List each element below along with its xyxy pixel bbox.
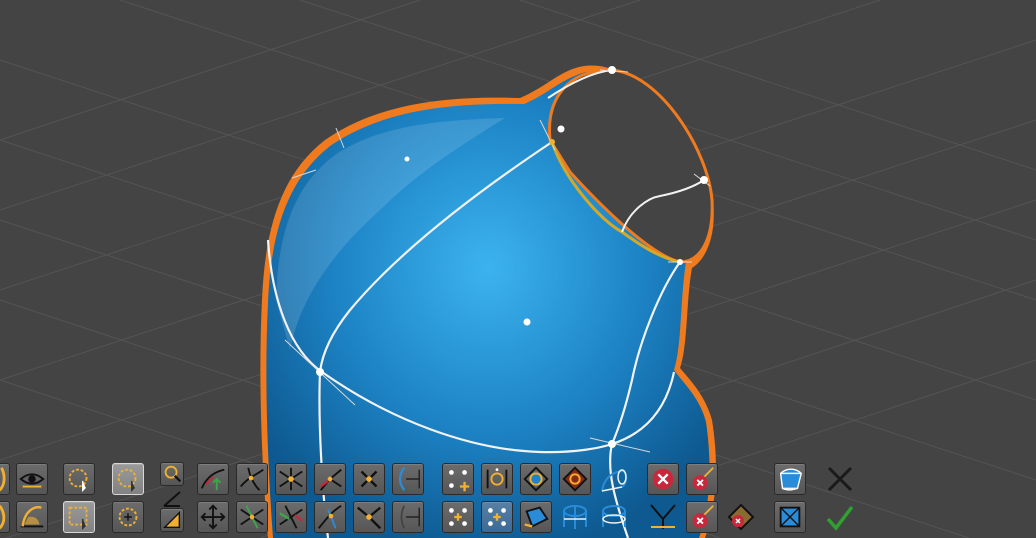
- tangent-curve-icon: [318, 504, 342, 529]
- tilt-curve-button[interactable]: [0, 501, 10, 533]
- red-patch-button[interactable]: [559, 463, 591, 495]
- control-point: [608, 66, 616, 74]
- patch-grid-button[interactable]: [774, 501, 806, 533]
- split-curve-button[interactable]: [314, 463, 346, 495]
- patch-center-point: [404, 156, 410, 162]
- zoom-select-button[interactable]: [160, 462, 184, 486]
- point-group-button[interactable]: [442, 501, 474, 533]
- confirm-button[interactable]: [824, 501, 856, 533]
- fork-curve-icon: [650, 504, 676, 529]
- straight-edge-button[interactable]: [392, 463, 424, 495]
- angle-tool-icon: [163, 511, 181, 529]
- dashed-circle-select-button[interactable]: [112, 501, 144, 533]
- pin-point-icon: [360, 470, 378, 488]
- control-point: [316, 368, 324, 376]
- circle-lasso-select-button[interactable]: [112, 463, 144, 495]
- pin-point-button[interactable]: [353, 463, 385, 495]
- rectangle-select-button[interactable]: [63, 501, 95, 533]
- crossing-curves-icon: [240, 467, 264, 491]
- angle-marker-icon: [163, 491, 181, 507]
- curve-tool-button[interactable]: [0, 463, 10, 495]
- merge-curve-button[interactable]: [353, 501, 385, 533]
- rectangle-select-icon: [68, 506, 88, 530]
- cylinder-section-button[interactable]: [598, 501, 630, 533]
- control-point: [700, 176, 708, 184]
- dashed-circle-select-icon: [118, 507, 138, 527]
- fill-patch-icon: [524, 506, 549, 528]
- control-point: [608, 440, 616, 448]
- fork-curve-button[interactable]: [647, 501, 679, 533]
- extend-curve-icon: [279, 505, 303, 529]
- cross-curve-button[interactable]: [236, 501, 268, 533]
- delete-point-icon: [692, 467, 714, 491]
- arc-tool-icon: [20, 506, 44, 528]
- point-selection-button[interactable]: [442, 463, 474, 495]
- patch-edit-button[interactable]: [774, 463, 806, 495]
- remove-patch-button[interactable]: [725, 501, 757, 533]
- circle-patch-icon: [523, 466, 549, 492]
- cancel-icon: [827, 466, 853, 492]
- fill-patch-button[interactable]: [520, 501, 552, 533]
- confirm-icon: [826, 505, 854, 531]
- merge-curve-icon: [356, 506, 382, 530]
- arc-tool-button[interactable]: [16, 501, 48, 533]
- cone-surface-button[interactable]: [598, 463, 630, 495]
- 3d-viewport[interactable]: [0, 0, 1036, 538]
- move-arrows-icon: [200, 504, 226, 530]
- red-patch-icon: [562, 466, 588, 492]
- cylinder-section-icon: [602, 505, 626, 527]
- snap-point-button[interactable]: [275, 463, 307, 495]
- circle-lasso-select-icon: [117, 468, 137, 492]
- point-selection-icon: [449, 470, 470, 492]
- delete-x-button[interactable]: [647, 463, 679, 495]
- circle-point-button[interactable]: [481, 463, 513, 495]
- circle-point-icon: [486, 468, 508, 489]
- patch-center-point: [523, 318, 531, 326]
- tangent-curve-button[interactable]: [314, 501, 346, 533]
- cross-curve-icon: [240, 505, 264, 529]
- free-draw-button[interactable]: [197, 463, 229, 495]
- cone-surface-icon: [601, 469, 628, 492]
- cancel-button[interactable]: [824, 463, 856, 495]
- eye-view-icon: [19, 473, 45, 488]
- curve-tool-icon: [0, 467, 6, 492]
- cylinder-button[interactable]: [559, 501, 591, 533]
- control-point: [677, 259, 683, 265]
- control-point: [549, 139, 555, 145]
- free-draw-icon: [200, 468, 225, 491]
- crossing-curves-button[interactable]: [236, 463, 268, 495]
- toolbar: [0, 460, 1036, 538]
- patch-center-point: [557, 125, 565, 133]
- point-group-selected-icon: [488, 508, 506, 526]
- tilt-curve-icon: [0, 504, 6, 530]
- angle-tool-button[interactable]: [160, 508, 184, 532]
- cylinder-icon: [563, 505, 587, 529]
- remove-point-icon: [692, 505, 714, 529]
- circle-select-icon: [68, 468, 88, 492]
- eye-view-button[interactable]: [16, 463, 48, 495]
- circle-patch-button[interactable]: [520, 463, 552, 495]
- point-group-selected-button[interactable]: [481, 501, 513, 533]
- straight-edge-icon: [398, 467, 420, 491]
- patch-grid-icon: [779, 506, 801, 528]
- circle-select-button[interactable]: [63, 463, 95, 495]
- angle-marker: [160, 486, 184, 510]
- zoom-select-icon: [164, 465, 182, 483]
- snap-point-icon: [279, 467, 303, 491]
- edge-line-icon: [400, 505, 420, 529]
- move-arrows-button[interactable]: [197, 501, 229, 533]
- remove-point-button[interactable]: [686, 501, 718, 533]
- remove-patch-icon: [727, 503, 755, 531]
- point-group-icon: [449, 508, 467, 526]
- edge-line-button[interactable]: [392, 501, 424, 533]
- extend-curve-button[interactable]: [275, 501, 307, 533]
- patch-edit-icon: [779, 468, 803, 491]
- delete-x-icon: [652, 468, 674, 490]
- delete-point-button[interactable]: [686, 463, 718, 495]
- split-curve-icon: [319, 468, 342, 491]
